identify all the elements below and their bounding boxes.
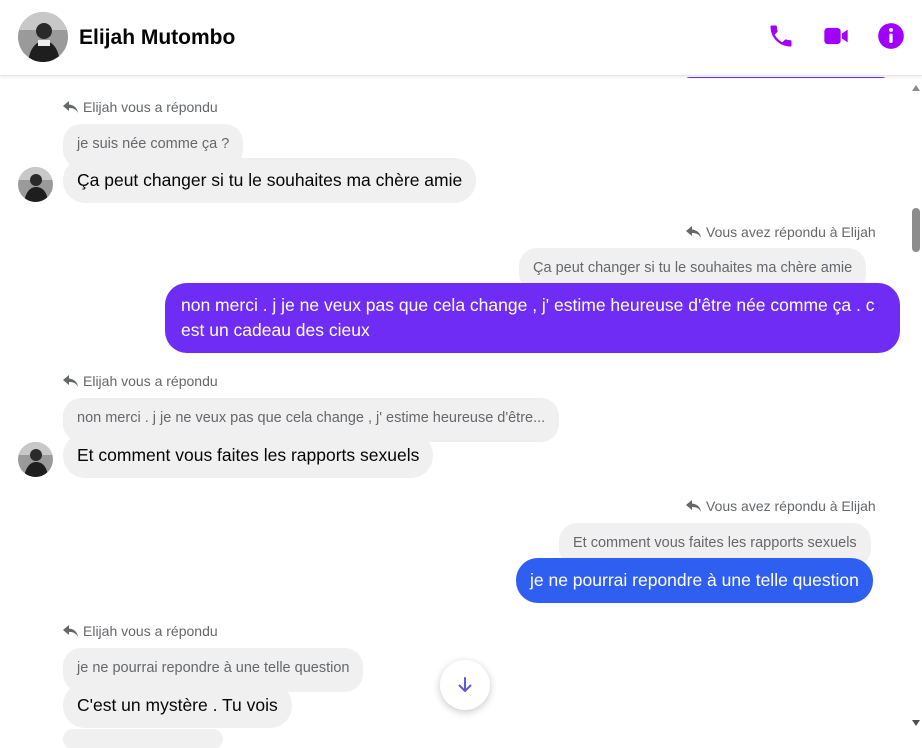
reply-label-text: Vous avez répondu à Elijah: [706, 498, 876, 514]
phone-icon[interactable]: [767, 22, 795, 50]
scrollbar[interactable]: [910, 77, 922, 748]
contact-name[interactable]: Elijah Mutombo: [79, 26, 235, 50]
incoming-message-bubble[interactable]: Ça peut changer si tu le souhaites ma ch…: [63, 158, 477, 203]
incoming-message-bubble[interactable]: Et comment vous faites les rapports sexu…: [63, 433, 434, 478]
reply-arrow-icon: [686, 226, 701, 238]
arrow-down-icon: [458, 677, 472, 692]
incoming-message-bubble[interactable]: C'est un mystère . Tu vois: [63, 683, 292, 728]
reply-label-text: Elijah vous a répondu: [83, 99, 218, 115]
reply-label: Vous avez répondu à Elijah: [686, 224, 876, 240]
info-icon[interactable]: [877, 22, 905, 50]
scroll-to-bottom-button[interactable]: [440, 660, 490, 710]
previous-message-bubble-edge: [683, 77, 889, 78]
message-list[interactable]: Elijah vous a répondu je suis née comme …: [0, 77, 910, 748]
outgoing-message-bubble[interactable]: non merci . j je ne veux pas que cela ch…: [165, 283, 900, 353]
contact-avatar-small[interactable]: [18, 167, 53, 202]
contact-avatar[interactable]: [18, 12, 68, 62]
reply-label: Elijah vous a répondu: [63, 623, 218, 639]
scrollbar-thumb[interactable]: [912, 208, 920, 252]
reply-label-text: Elijah vous a répondu: [83, 373, 218, 389]
reply-arrow-icon: [686, 500, 701, 512]
outgoing-message-bubble[interactable]: je ne pourrai repondre à une telle quest…: [516, 558, 873, 603]
reply-arrow-icon: [63, 625, 78, 637]
reply-label-text: Vous avez répondu à Elijah: [706, 224, 876, 240]
contact-avatar-small[interactable]: [18, 442, 53, 477]
conversation-header: Elijah Mutombo: [0, 0, 922, 76]
reply-label: Elijah vous a répondu: [63, 99, 218, 115]
scroll-down-arrow-icon[interactable]: [912, 720, 920, 726]
video-icon[interactable]: [822, 22, 850, 50]
reply-label: Vous avez répondu à Elijah: [686, 498, 876, 514]
reply-arrow-icon: [63, 375, 78, 387]
reply-label-text: Elijah vous a répondu: [83, 623, 218, 639]
next-message-bubble-edge: [63, 729, 223, 748]
reply-arrow-icon: [63, 101, 78, 113]
scroll-up-arrow-icon[interactable]: [912, 85, 920, 91]
reply-label: Elijah vous a répondu: [63, 373, 218, 389]
